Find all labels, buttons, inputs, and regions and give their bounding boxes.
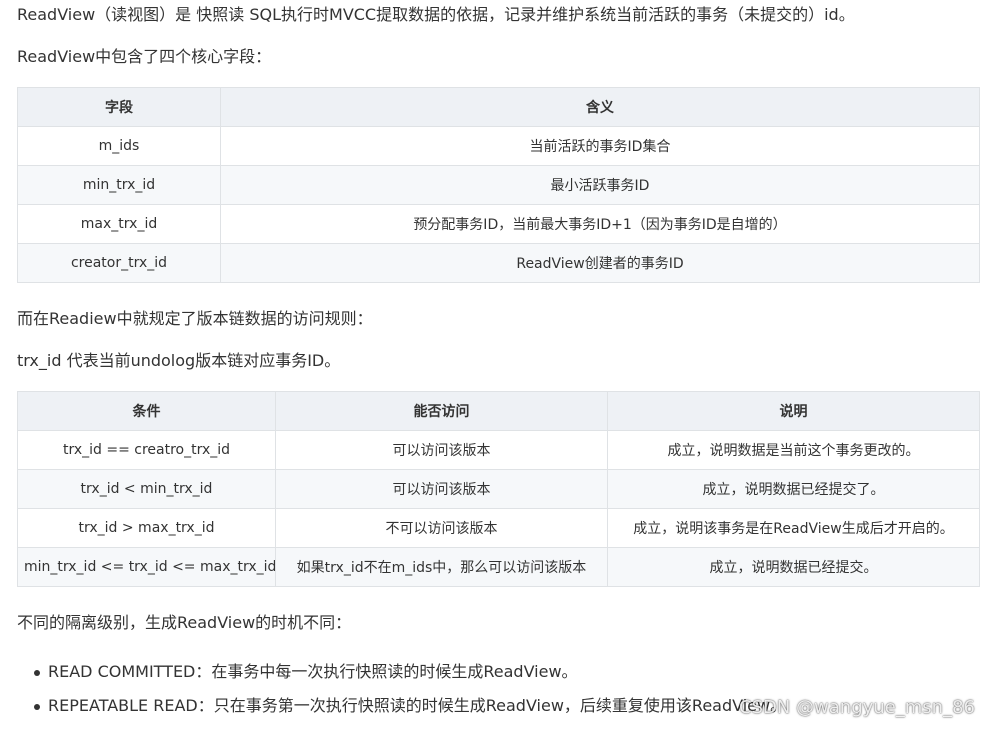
field-meaning-cell: 最小活跃事务ID [220, 165, 980, 205]
table-row: creator_trx_id ReadView创建者的事务ID [17, 243, 980, 283]
access-cell: 不可以访问该版本 [275, 508, 608, 548]
column-header-explanation: 说明 [607, 391, 980, 431]
field-name-cell: max_trx_id [17, 204, 221, 244]
list-item-text: READ COMMITTED：在事务中每一次执行快照读的时候生成ReadView… [48, 662, 578, 681]
column-header-condition: 条件 [17, 391, 276, 431]
condition-cell: trx_id == creatro_trx_id [17, 430, 276, 470]
access-cell: 如果trx_id不在m_ids中，那么可以访问该版本 [275, 547, 608, 587]
table-row: m_ids 当前活跃的事务ID集合 [17, 126, 980, 166]
condition-cell: trx_id > max_trx_id [17, 508, 276, 548]
rules-table: 条件 能否访问 说明 trx_id == creatro_trx_id 可以访问… [17, 391, 980, 587]
field-name-cell: creator_trx_id [17, 243, 221, 283]
access-cell: 可以访问该版本 [275, 469, 608, 509]
access-cell: 可以访问该版本 [275, 430, 608, 470]
explanation-cell: 成立，说明该事务是在ReadView生成后才开启的。 [607, 508, 980, 548]
bullet-icon [34, 704, 40, 710]
table-header-row: 字段 含义 [17, 87, 980, 127]
rules-intro-paragraph: 而在Readiew中就规定了版本链数据的访问规则： [17, 309, 373, 328]
fields-table: 字段 含义 m_ids 当前活跃的事务ID集合 min_trx_id 最小活跃事… [17, 87, 980, 283]
table-row: min_trx_id 最小活跃事务ID [17, 165, 980, 205]
condition-cell: min_trx_id <= trx_id <= max_trx_id [17, 547, 276, 587]
explanation-cell: 成立，说明数据已经提交。 [607, 547, 980, 587]
field-meaning-cell: ReadView创建者的事务ID [220, 243, 980, 283]
trx-id-note-paragraph: trx_id 代表当前undolog版本链对应事务ID。 [17, 351, 341, 370]
watermark: CSDN @wangyue_msn_86 [739, 697, 975, 718]
column-header-access: 能否访问 [275, 391, 608, 431]
table-row: min_trx_id <= trx_id <= max_trx_id 如果trx… [17, 547, 980, 587]
list-item: REPEATABLE READ：只在事务第一次执行快照读的时候生成ReadVie… [17, 695, 786, 729]
table-header-row: 条件 能否访问 说明 [17, 391, 980, 431]
field-meaning-cell: 当前活跃的事务ID集合 [220, 126, 980, 166]
isolation-level-list: READ COMMITTED：在事务中每一次执行快照读的时候生成ReadView… [17, 661, 786, 729]
column-header-field: 字段 [17, 87, 221, 127]
fields-intro-paragraph: ReadView中包含了四个核心字段： [17, 47, 272, 66]
table-row: trx_id < min_trx_id 可以访问该版本 成立，说明数据已经提交了… [17, 469, 980, 509]
intro-paragraph: ReadView（读视图）是 快照读 SQL执行时MVCC提取数据的依据，记录并… [17, 5, 855, 24]
field-name-cell: m_ids [17, 126, 221, 166]
isolation-intro-paragraph: 不同的隔离级别，生成ReadView的时机不同： [17, 613, 352, 632]
table-row: trx_id > max_trx_id 不可以访问该版本 成立，说明该事务是在R… [17, 508, 980, 548]
list-item: READ COMMITTED：在事务中每一次执行快照读的时候生成ReadView… [17, 661, 786, 695]
table-row: max_trx_id 预分配事务ID，当前最大事务ID+1（因为事务ID是自增的… [17, 204, 980, 244]
condition-cell: trx_id < min_trx_id [17, 469, 276, 509]
table-row: trx_id == creatro_trx_id 可以访问该版本 成立，说明数据… [17, 430, 980, 470]
column-header-meaning: 含义 [220, 87, 980, 127]
field-meaning-cell: 预分配事务ID，当前最大事务ID+1（因为事务ID是自增的） [220, 204, 980, 244]
list-item-text: REPEATABLE READ：只在事务第一次执行快照读的时候生成ReadVie… [48, 696, 787, 715]
explanation-cell: 成立，说明数据是当前这个事务更改的。 [607, 430, 980, 470]
bullet-icon [34, 670, 40, 676]
field-name-cell: min_trx_id [17, 165, 221, 205]
explanation-cell: 成立，说明数据已经提交了。 [607, 469, 980, 509]
